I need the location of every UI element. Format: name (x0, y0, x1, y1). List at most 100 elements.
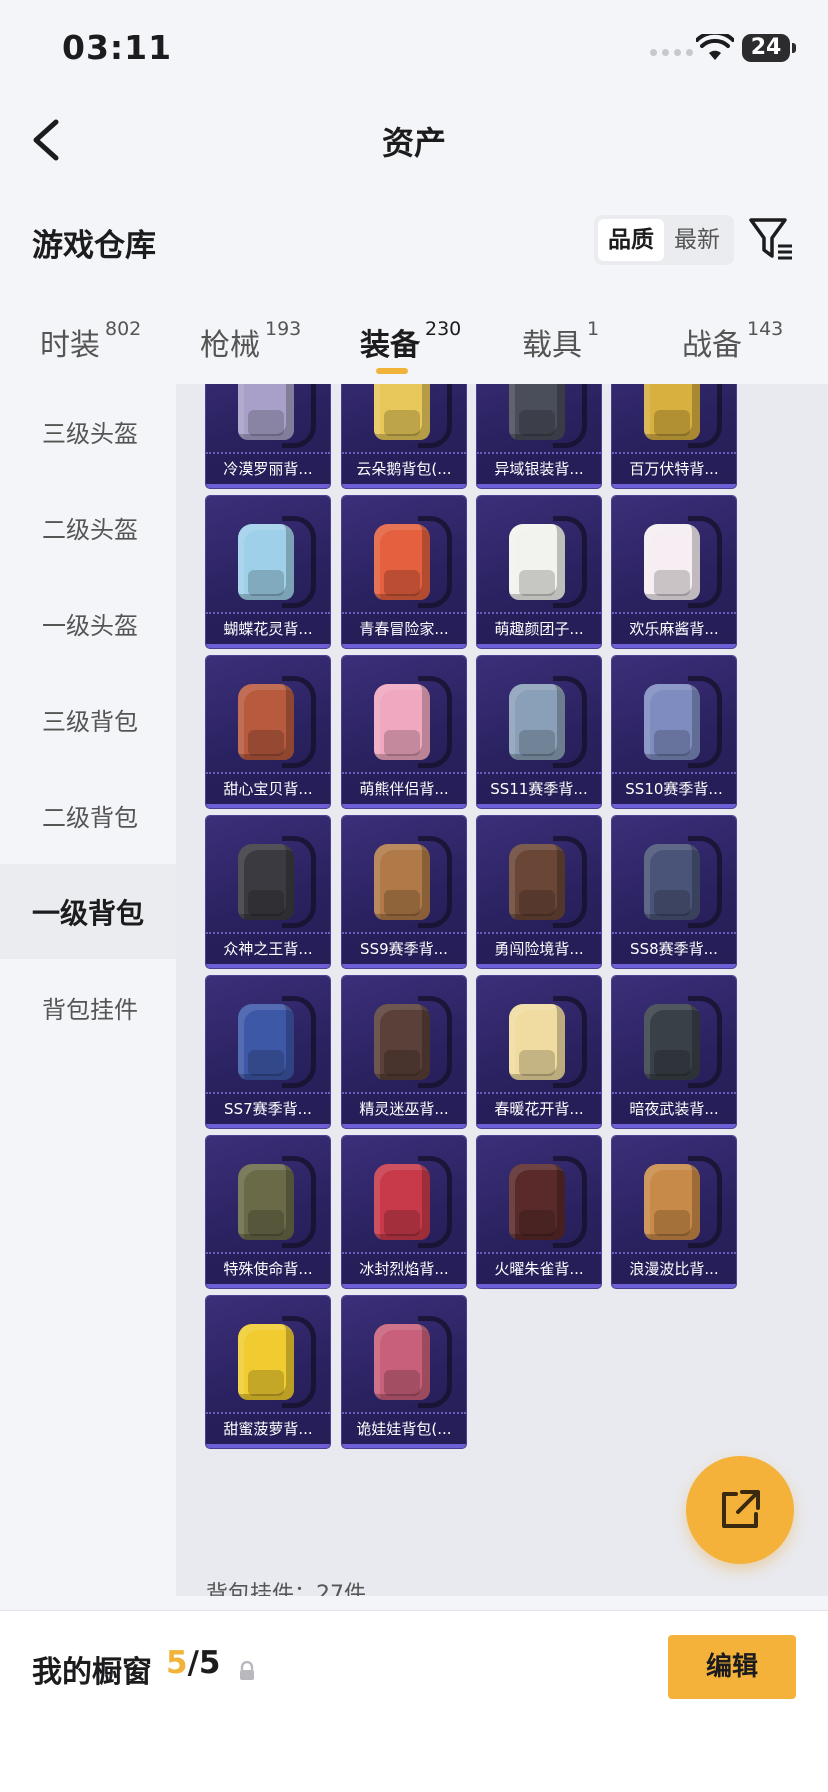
item-name: 冰封烈焰背... (359, 1260, 449, 1278)
item-name: 勇闯险境背... (494, 940, 584, 958)
sort-toggle: 品质 最新 (594, 215, 734, 265)
showcase-title: 我的橱窗 (32, 1655, 152, 1690)
sidebar-item-level3-helmet[interactable]: 三级头盔 (0, 384, 176, 479)
item-card[interactable]: 云朵鹅背包(... (342, 384, 466, 488)
sort-quality-button[interactable]: 品质 (598, 219, 664, 261)
showcase-count: 5/5 (166, 1645, 220, 1681)
item-name: 浪漫波比背... (629, 1260, 719, 1278)
tab-fashion[interactable]: 时装 802 (40, 318, 141, 364)
item-card[interactable]: SS8赛季背... (612, 816, 736, 968)
wifi-icon (696, 34, 734, 60)
subcategory-sidebar: 三级头盔 二级头盔 一级头盔 三级背包 二级背包 一级背包 背包挂件 (0, 384, 176, 1596)
item-card[interactable]: 甜心宝贝背... (206, 656, 330, 808)
sidebar-item-backpack-charm[interactable]: 背包挂件 (0, 960, 176, 1055)
item-card[interactable]: 火曜朱雀背... (477, 1136, 601, 1288)
backpack-icon (374, 384, 452, 448)
status-bar: 03:11 24 (0, 0, 828, 100)
item-card[interactable]: SS9赛季背... (342, 816, 466, 968)
backpack-icon (644, 514, 722, 608)
sidebar-item-level3-backpack[interactable]: 三级背包 (0, 672, 176, 767)
showcase-count-total: /5 (187, 1645, 221, 1681)
item-card[interactable]: 甜蜜菠萝背... (206, 1296, 330, 1448)
tab-firearms[interactable]: 枪械 193 (200, 318, 302, 364)
backpack-icon (374, 1154, 452, 1248)
backpack-icon (509, 834, 587, 928)
item-card[interactable]: 蝴蝶花灵背... (206, 496, 330, 648)
tab-label: 载具 (522, 328, 582, 363)
item-card[interactable]: SS10赛季背... (612, 656, 736, 808)
item-name: 冷漠罗丽背... (223, 460, 313, 478)
nav-bar: 资产 (0, 100, 828, 180)
tab-label: 装备 (360, 328, 420, 363)
item-name: 暗夜武装背... (629, 1100, 719, 1118)
backpack-icon (238, 834, 316, 928)
item-card[interactable]: 冷漠罗丽背... (206, 384, 330, 488)
item-card[interactable]: 春暖花开背... (477, 976, 601, 1128)
share-icon (722, 1490, 760, 1528)
item-name: 百万伏特背... (629, 460, 719, 478)
backpack-icon (644, 674, 722, 768)
backpack-icon (238, 514, 316, 608)
item-card[interactable]: 诡娃娃背包(... (342, 1296, 466, 1448)
sidebar-item-level1-backpack[interactable]: 一级背包 (0, 864, 176, 959)
category-tabs: 时装 802 枪械 193 装备 230 载具 1 战备 143 (0, 300, 828, 384)
tab-label: 枪械 (200, 328, 260, 363)
tab-combat-gear[interactable]: 战备 143 (682, 318, 783, 364)
sidebar-item-level2-backpack[interactable]: 二级背包 (0, 768, 176, 863)
battery-indicator: 24 (742, 34, 790, 62)
item-grid: 冷漠罗丽背... 云朵鹅背包(... 异域银装背... 百万伏特背... 蝴蝶花灵背..… (176, 384, 828, 1596)
filter-icon[interactable] (748, 212, 794, 266)
item-name: 青春冒险家... (359, 620, 449, 638)
item-name: 众神之王背... (223, 940, 313, 958)
item-card[interactable]: SS7赛季背... (206, 976, 330, 1128)
item-card[interactable]: 冰封烈焰背... (342, 1136, 466, 1288)
section-title: 游戏仓库 (32, 228, 156, 264)
item-name: 萌趣颜团子... (494, 620, 584, 638)
sidebar-item-level1-helmet[interactable]: 一级头盔 (0, 576, 176, 671)
item-card[interactable]: 浪漫波比背... (612, 1136, 736, 1288)
tab-vehicles[interactable]: 载具 1 (522, 318, 599, 364)
item-card[interactable]: 勇闯险境背... (477, 816, 601, 968)
backpack-icon (374, 834, 452, 928)
item-name: 春暖花开背... (494, 1100, 584, 1118)
backpack-icon (644, 834, 722, 928)
backpack-icon (374, 994, 452, 1088)
backpack-icon (238, 674, 316, 768)
item-name: 特殊使命背... (223, 1260, 313, 1278)
item-card[interactable]: 众神之王背... (206, 816, 330, 968)
tab-label: 战备 (682, 328, 742, 363)
item-name: SS9赛季背... (360, 940, 448, 958)
tab-equipment[interactable]: 装备 230 (360, 318, 462, 364)
section-header: 游戏仓库 品质 最新 (0, 208, 828, 274)
item-card[interactable]: 暗夜武装背... (612, 976, 736, 1128)
sort-latest-button[interactable]: 最新 (664, 219, 730, 261)
cellular-signal-icon (650, 49, 693, 56)
item-card[interactable]: 异域银装背... (477, 384, 601, 488)
item-card[interactable]: 欢乐麻酱背... (612, 496, 736, 648)
item-card[interactable]: 青春冒险家... (342, 496, 466, 648)
backpack-icon (644, 1154, 722, 1248)
item-name: SS11赛季背... (490, 780, 588, 798)
item-name: 精灵迷巫背... (359, 1100, 449, 1118)
item-name: 甜心宝贝背... (223, 780, 313, 798)
item-card[interactable]: 萌熊伴侣背... (342, 656, 466, 808)
item-name: SS7赛季背... (224, 1100, 312, 1118)
item-card[interactable]: 萌趣颜团子... (477, 496, 601, 648)
edit-button[interactable]: 编辑 (668, 1635, 796, 1699)
sidebar-item-level2-helmet[interactable]: 二级头盔 (0, 480, 176, 575)
item-card[interactable]: 特殊使命背... (206, 1136, 330, 1288)
lock-icon (240, 1661, 254, 1680)
item-name: SS8赛季背... (630, 940, 718, 958)
active-tab-indicator (376, 368, 408, 374)
backpack-icon (238, 384, 316, 448)
item-name: 蝴蝶花灵背... (223, 620, 313, 638)
item-name: 火曜朱雀背... (494, 1260, 584, 1278)
item-name: 诡娃娃背包(... (356, 1420, 452, 1438)
item-card[interactable]: 精灵迷巫背... (342, 976, 466, 1128)
item-card[interactable]: 百万伏特背... (612, 384, 736, 488)
share-button[interactable] (686, 1456, 794, 1564)
item-card[interactable]: SS11赛季背... (477, 656, 601, 808)
tab-count: 193 (265, 318, 302, 340)
tab-count: 230 (425, 318, 462, 340)
item-name: 甜蜜菠萝背... (223, 1420, 313, 1438)
